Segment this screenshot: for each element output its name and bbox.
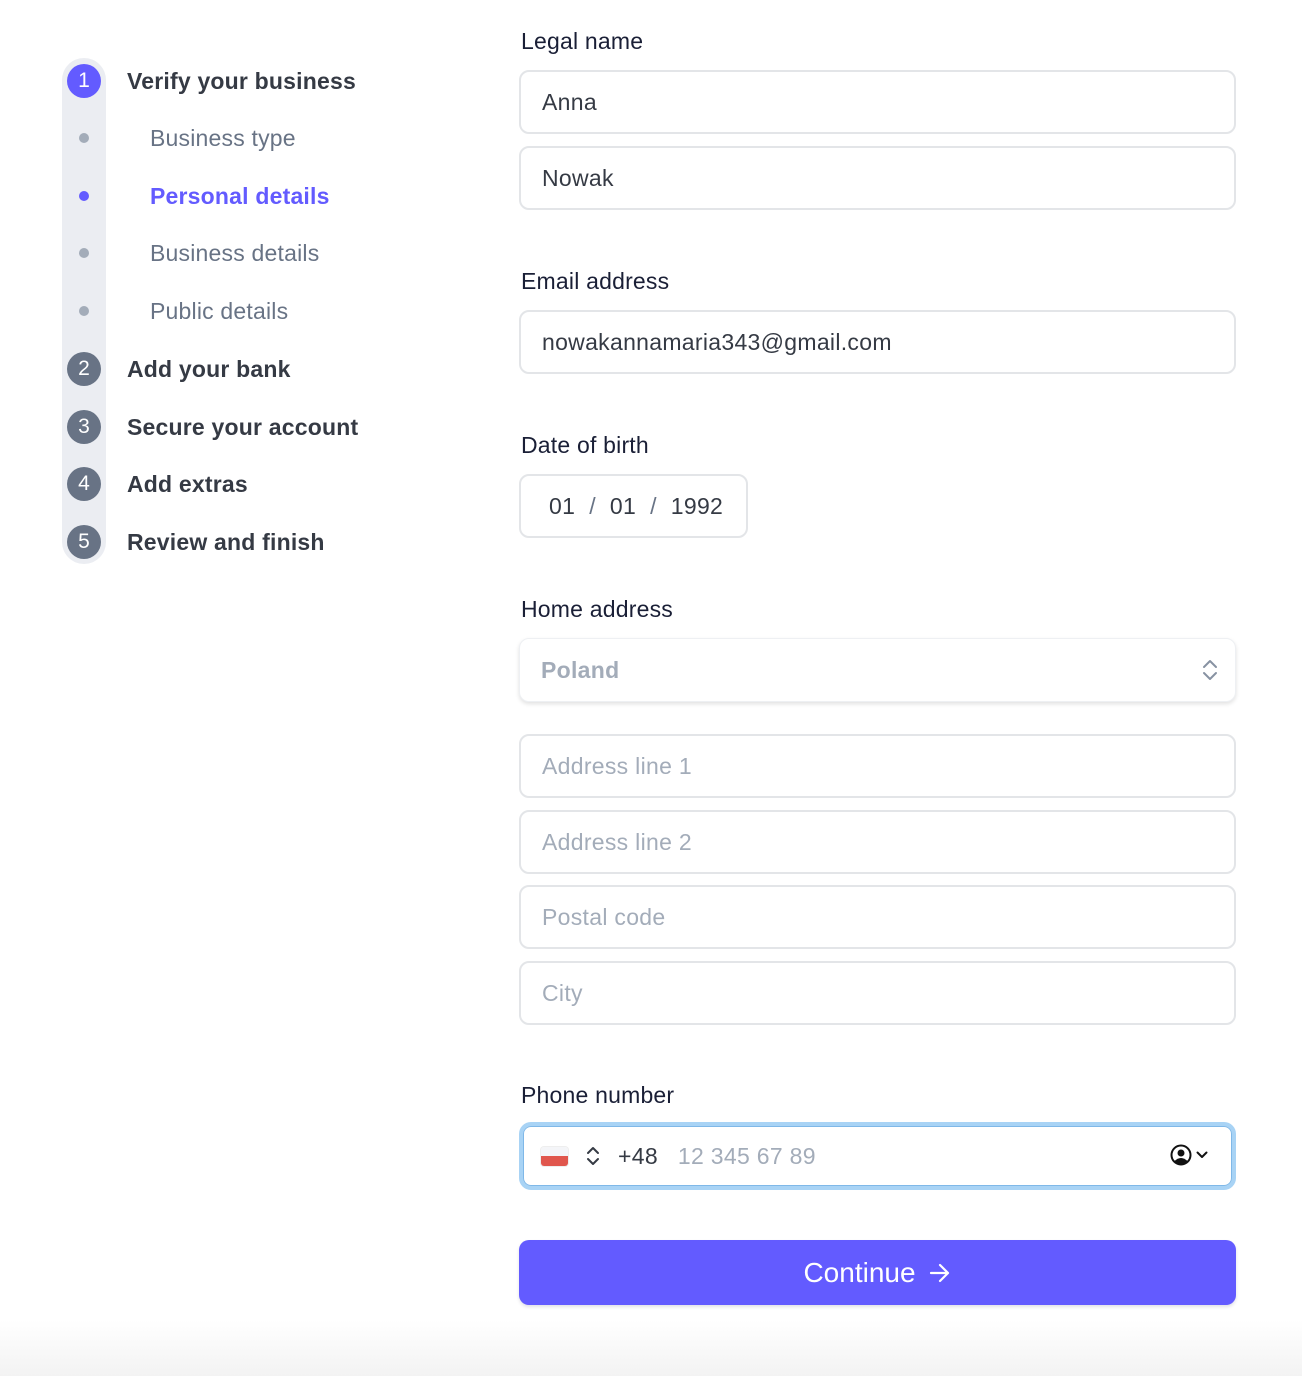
address-line2-input[interactable]: Address line 2 [519, 810, 1236, 874]
address-line1-input[interactable]: Address line 1 [519, 734, 1236, 798]
step-number-badge: 2 [67, 352, 101, 386]
step-label: Review and finish [127, 528, 325, 555]
step-number-badge: 5 [67, 525, 101, 559]
email-value: nowakannamaria343@gmail.com [542, 328, 892, 355]
step-number-badge: 1 [67, 64, 101, 98]
country-code: +48 [618, 1142, 658, 1169]
first-name-input[interactable]: Anna [519, 70, 1236, 134]
contact-autofill-button[interactable] [1170, 1144, 1208, 1166]
substep-label: Personal details [150, 182, 330, 209]
dob-separator: / [650, 492, 657, 519]
substep-label: Business details [150, 239, 320, 266]
home-address-label: Home address [521, 596, 673, 622]
address-line2-placeholder: Address line 2 [542, 828, 692, 855]
postal-code-input[interactable]: Postal code [519, 885, 1236, 949]
email-input[interactable]: nowakannamaria343@gmail.com [519, 310, 1236, 374]
city-placeholder: City [542, 979, 583, 1006]
phone-label: Phone number [521, 1082, 675, 1108]
bottom-shadow [0, 1320, 1302, 1376]
chevron-down-icon [1196, 1151, 1208, 1158]
dob-month[interactable]: 01 [610, 493, 636, 520]
last-name-input[interactable]: Nowak [519, 146, 1236, 210]
dob-input[interactable]: 01 / 01 / 1992 [519, 474, 748, 538]
last-name-value: Nowak [542, 164, 614, 191]
email-label: Email address [521, 268, 670, 294]
country-code-chevron-icon[interactable] [584, 1143, 602, 1169]
continue-button[interactable]: Continue [519, 1240, 1236, 1305]
chevron-up-down-icon [1203, 660, 1217, 680]
step-label: Verify your business [127, 67, 356, 94]
step-number-badge: 3 [67, 410, 101, 444]
dob-label: Date of birth [521, 432, 649, 458]
postal-code-placeholder: Postal code [542, 903, 666, 930]
city-input[interactable]: City [519, 961, 1236, 1025]
dob-separator: / [589, 492, 596, 519]
country-select[interactable]: Poland [519, 638, 1236, 702]
step-label: Secure your account [127, 413, 359, 440]
address-line1-placeholder: Address line 1 [542, 752, 692, 779]
poland-flag-icon[interactable] [541, 1146, 568, 1166]
continue-label: Continue [803, 1256, 916, 1288]
country-value: Poland [541, 656, 620, 683]
dob-day[interactable]: 01 [549, 493, 575, 520]
first-name-value: Anna [542, 88, 597, 115]
step-label: Add your bank [127, 355, 291, 382]
legal-name-label: Legal name [521, 28, 644, 54]
phone-placeholder: 12 345 67 89 [677, 1142, 816, 1169]
phone-input[interactable]: +48 12 345 67 89 [519, 1122, 1236, 1190]
substep-dot [79, 133, 89, 143]
substep-dot [79, 248, 89, 258]
dob-year[interactable]: 1992 [671, 493, 723, 520]
arrow-right-icon [929, 1263, 949, 1282]
substep-label: Public details [150, 297, 289, 324]
person-circle-icon [1170, 1144, 1192, 1166]
step-number-badge: 4 [67, 467, 101, 501]
substep-dot [79, 191, 89, 201]
substep-label: Business type [150, 124, 296, 151]
step-label: Add extras [127, 470, 248, 497]
substep-dot [79, 306, 89, 316]
